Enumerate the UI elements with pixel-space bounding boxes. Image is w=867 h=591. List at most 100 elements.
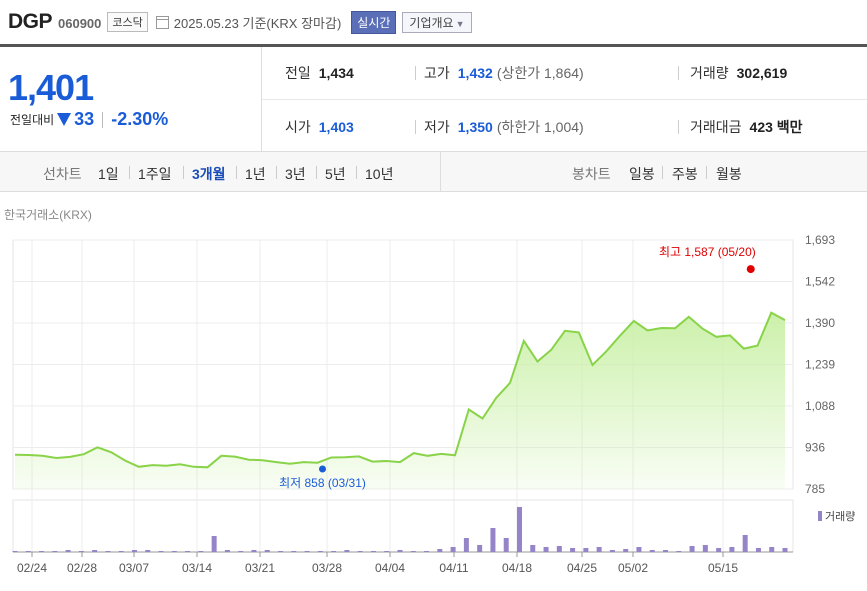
volume-bar: [52, 551, 58, 552]
change-value: 33: [74, 109, 95, 129]
candle-chart-label: 봉차트: [572, 166, 611, 182]
volume-bar: [623, 549, 629, 552]
volume-bar: [198, 551, 204, 552]
quote-date: 2025.05.23 기준(KRX 장마감): [173, 15, 342, 31]
line-chart-label: 선차트: [43, 166, 82, 182]
volume-bar: [424, 551, 430, 552]
volume-bar: [185, 551, 191, 552]
stock-name: DGP: [8, 10, 53, 33]
volume-bar: [370, 551, 376, 552]
change-row: 전일대비 33 -2.30%: [10, 109, 168, 130]
tab-3y[interactable]: 3년: [285, 164, 306, 184]
volume-bar: [357, 551, 363, 552]
volume-bar: [145, 550, 151, 552]
y-tick-label: 1,542: [805, 275, 835, 289]
y-tick-label: 1,390: [805, 316, 835, 330]
volume-bar: [291, 551, 297, 552]
day-high: 고가 1,432 (상한가 1,864): [424, 65, 584, 81]
quote-panel: 1,401 전일대비 33 -2.30% 전일 1,434 고가 1,432 (…: [0, 47, 867, 152]
volume-bar: [769, 547, 775, 552]
volume-bar: [663, 550, 669, 552]
volume-bar: [490, 528, 496, 552]
volume-frame: [12, 499, 794, 553]
tab-3m[interactable]: 3개월: [192, 164, 226, 184]
chevron-down-icon: ▼: [455, 18, 465, 29]
company-overview-button[interactable]: 기업개요 ▼: [402, 11, 472, 33]
high-annotation: 최고 1,587 (05/20): [659, 245, 756, 259]
amount-cell: 거래대금 423 백만: [690, 119, 803, 135]
volume-bar: [463, 538, 469, 552]
volume-bar: [530, 545, 536, 552]
volume-legend-swatch: [818, 511, 822, 521]
x-tick-label: 03/14: [182, 561, 212, 575]
volume-bar: [25, 551, 31, 552]
x-tick-label: 02/24: [17, 561, 47, 575]
volume-bar: [12, 551, 18, 552]
volume-cell: 거래량 302,619: [690, 65, 788, 81]
x-tick-label: 04/25: [567, 561, 597, 575]
high-marker: [746, 265, 755, 274]
divider: [662, 166, 663, 179]
divider: [440, 152, 441, 192]
volume-bar: [477, 545, 483, 552]
price-area: [15, 312, 785, 489]
y-tick-label: 936: [805, 441, 825, 455]
tab-monthly[interactable]: 월봉: [716, 164, 742, 184]
volume-bar: [556, 546, 562, 552]
chart-tabs: 선차트 1일 1주일 3개월 1년 3년 5년 10년 봉차트 일봉 주봉 월봉: [0, 152, 867, 192]
volume-bar: [437, 549, 443, 552]
low-annotation: 최저 858 (03/31): [279, 476, 366, 490]
tab-10y[interactable]: 10년: [365, 164, 393, 184]
volume-bar: [171, 551, 177, 552]
x-tick-label: 04/11: [439, 561, 468, 575]
tab-1y[interactable]: 1년: [245, 164, 266, 184]
volume-bar: [716, 548, 722, 552]
change-rate: -2.30%: [111, 109, 169, 129]
y-tick-label: 1,088: [805, 399, 835, 413]
volume-bar: [543, 547, 549, 552]
realtime-button[interactable]: 실시간: [351, 10, 397, 34]
volume-bar: [344, 550, 350, 552]
volume-bar: [649, 550, 655, 552]
x-tick-label: 02/28: [67, 561, 97, 575]
volume-bar: [782, 548, 788, 552]
volume-bar: [450, 547, 456, 552]
calendar-icon: [155, 15, 169, 29]
volume-bar: [39, 551, 45, 552]
volume-bar: [609, 550, 615, 552]
volume-bar: [583, 548, 589, 552]
divider: [415, 120, 416, 134]
tab-1w[interactable]: 1주일: [138, 164, 172, 184]
open-price: 시가 1,403: [285, 119, 354, 135]
tab-weekly[interactable]: 주봉: [672, 164, 698, 184]
divider: [129, 166, 130, 179]
x-tick-label: 03/21: [245, 561, 275, 575]
divider: [356, 166, 357, 179]
volume-bar: [384, 551, 390, 552]
x-tick-label: 05/15: [708, 561, 738, 575]
market-badge: 코스닥: [107, 12, 148, 32]
tab-daily[interactable]: 일봉: [629, 164, 655, 184]
y-tick-label: 785: [805, 482, 825, 496]
volume-bar: [729, 547, 735, 552]
day-low: 저가 1,350 (하한가 1,004): [424, 119, 584, 135]
volume-bar: [158, 551, 164, 552]
volume-bar: [118, 551, 124, 552]
plot-frame: [12, 239, 794, 490]
volume-bar: [742, 535, 748, 552]
volume-bar: [131, 550, 137, 552]
divider: [102, 111, 104, 128]
volume-bar: [689, 546, 695, 552]
volume-bar: [503, 538, 509, 552]
volume-bar: [331, 551, 337, 552]
tab-5y[interactable]: 5년: [325, 164, 346, 184]
volume-bar: [278, 551, 284, 552]
volume-bar: [224, 550, 230, 552]
volume-bar: [317, 551, 323, 552]
price-box: 1,401 전일대비 33 -2.30%: [0, 47, 262, 152]
tab-1d[interactable]: 1일: [98, 164, 119, 184]
volume-bar: [304, 551, 310, 552]
volume-bar: [516, 507, 522, 552]
volume-bar: [410, 551, 416, 552]
divider: [276, 166, 277, 179]
